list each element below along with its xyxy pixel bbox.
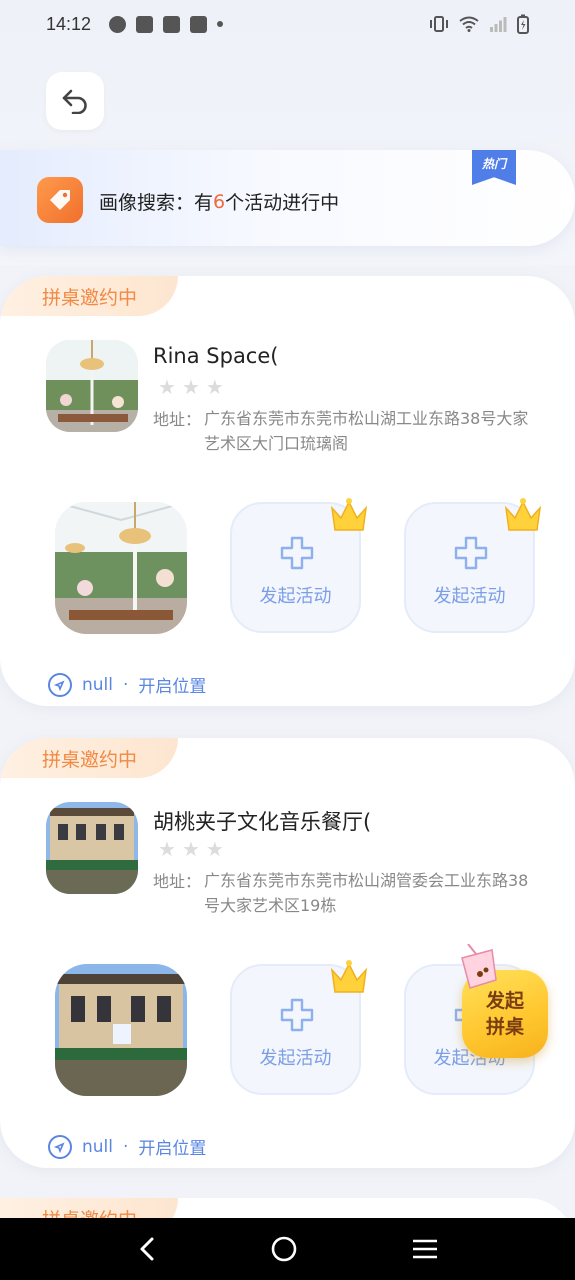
mail-icon <box>136 15 154 33</box>
banner-text: 画像搜索：有 6 个活动进行中 <box>99 188 339 215</box>
address-label: 地址： <box>153 872 202 891</box>
venue-name: 胡桃夹子文化音乐餐厅( <box>153 810 372 834</box>
address-label: 地址： <box>153 410 202 429</box>
star-icon: ★ <box>205 837 224 861</box>
star-icon: ★ <box>205 375 224 399</box>
hot-tag: 热门 <box>472 150 516 185</box>
plus-icon <box>454 536 488 570</box>
system-nav-bar <box>0 1218 575 1280</box>
banner-suffix: 个活动进行中 <box>225 192 340 214</box>
venue-name: Rina Space( <box>153 344 279 368</box>
status-bar: 14:12 <box>0 0 575 48</box>
crown-icon <box>504 498 542 531</box>
venue-thumbnail[interactable] <box>46 340 138 432</box>
mail-icon <box>190 15 208 33</box>
plus-icon <box>280 536 314 570</box>
vibrate-icon <box>430 16 448 32</box>
banner-count: 6 <box>213 190 226 213</box>
crown-icon <box>330 498 368 531</box>
drink-cup-icon <box>461 944 497 989</box>
venue-photo[interactable] <box>55 502 187 634</box>
slot-label: 发起活动 <box>433 586 506 607</box>
location-separator: · <box>123 674 129 695</box>
location-row[interactable]: null · 开启位置 <box>48 1134 206 1159</box>
signal-icon <box>490 17 507 32</box>
mail-icon <box>163 15 181 33</box>
location-value: null <box>82 1136 113 1157</box>
banner-prefix: 画像搜索：有 <box>99 192 214 214</box>
star-icon: ★ <box>158 375 176 399</box>
compass-icon <box>48 1134 72 1159</box>
location-separator: · <box>123 1136 129 1157</box>
menu-nav-icon[interactable] <box>411 1238 439 1260</box>
location-row[interactable]: null · 开启位置 <box>48 672 206 697</box>
back-nav-icon[interactable] <box>137 1236 157 1262</box>
plus-icon <box>280 998 314 1032</box>
float-button-line2: 拼桌 <box>485 1016 524 1038</box>
wifi-icon <box>459 16 479 32</box>
timer-icon <box>109 15 127 33</box>
activity-banner[interactable]: 画像搜索：有 6 个活动进行中 热门 <box>0 150 575 246</box>
venue-thumbnail[interactable] <box>46 802 138 894</box>
card-badge: 拼桌邀约中 <box>0 276 178 316</box>
rating-stars: ★ ★ ★ <box>158 839 224 859</box>
battery-icon <box>517 14 529 34</box>
star-icon: ★ <box>181 375 200 399</box>
dot-icon <box>217 21 224 27</box>
address-text: 广东省东莞市东莞市松山湖工业东路38号大家艺术区大门口琉璃阁 <box>204 409 529 453</box>
home-nav-icon[interactable] <box>270 1235 298 1263</box>
star-icon: ★ <box>158 837 176 861</box>
tag-icon <box>37 177 83 223</box>
rating-stars: ★ ★ ★ <box>158 377 224 397</box>
crown-icon <box>330 960 368 993</box>
address-text: 广东省东莞市东莞市松山湖管委会工业东路38号大家艺术区19栋 <box>204 871 529 915</box>
status-time: 14:12 <box>46 13 92 34</box>
back-arrow-icon <box>62 89 87 114</box>
slot-label: 发起活动 <box>259 1048 332 1069</box>
venue-card[interactable]: 拼桌邀约中 Rina Space( ★ ★ ★ 地址： 广东省东莞市东莞市松山湖… <box>0 276 575 706</box>
compass-icon <box>48 672 72 697</box>
venue-photo[interactable] <box>55 964 187 1096</box>
enable-location-link[interactable]: 开启位置 <box>138 672 206 697</box>
card-badge: 拼桌邀约中 <box>0 738 178 778</box>
enable-location-link[interactable]: 开启位置 <box>138 1134 206 1159</box>
star-icon: ★ <box>181 837 200 861</box>
location-value: null <box>82 674 113 695</box>
slot-label: 发起活动 <box>259 586 332 607</box>
back-button[interactable] <box>46 72 104 130</box>
